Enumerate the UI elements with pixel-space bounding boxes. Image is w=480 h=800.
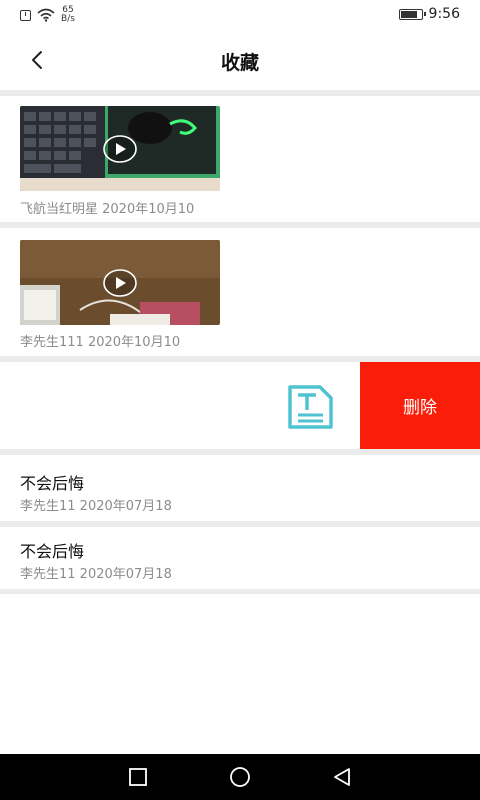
item-meta: 飞航当红明星 2020年10月10 bbox=[20, 202, 195, 217]
status-left: 65 B/s bbox=[20, 6, 75, 24]
status-bar: 65 B/s 9:56 bbox=[0, 0, 480, 30]
divider bbox=[0, 589, 480, 594]
item-title: 不会后悔 bbox=[20, 542, 85, 561]
item-title: 不会后悔 bbox=[20, 474, 85, 493]
play-icon[interactable] bbox=[103, 268, 137, 297]
list-item-text[interactable]: 不会后悔 李先生11 2020年07月18 bbox=[0, 527, 480, 589]
header: 收藏 bbox=[0, 30, 480, 90]
video-thumbnail[interactable] bbox=[20, 240, 220, 325]
play-icon[interactable] bbox=[103, 134, 137, 163]
delete-button[interactable]: 删除 bbox=[360, 362, 480, 449]
page-title: 收藏 bbox=[220, 52, 259, 74]
status-time: 9:56 bbox=[428, 6, 460, 22]
recent-apps-icon[interactable] bbox=[127, 766, 149, 788]
net-speed: 65 B/s bbox=[61, 6, 75, 24]
item-meta: 李先生11 2020年07月18 bbox=[20, 567, 172, 582]
system-nav-bar bbox=[0, 754, 480, 800]
alert-icon bbox=[20, 9, 31, 21]
list-item-swiped[interactable]: 删除 bbox=[0, 362, 480, 449]
battery-icon bbox=[398, 8, 426, 20]
back-triangle-icon[interactable] bbox=[331, 766, 353, 788]
home-icon[interactable] bbox=[229, 766, 251, 788]
list-item-video[interactable]: 飞航当红明星 2020年10月10 bbox=[0, 96, 480, 222]
text-doc-icon bbox=[288, 385, 333, 429]
status-right: 9:56 bbox=[398, 6, 460, 22]
wifi-icon bbox=[37, 8, 55, 22]
item-meta: 李先生111 2020年10月10 bbox=[20, 335, 181, 350]
video-thumbnail[interactable] bbox=[20, 106, 220, 191]
net-speed-unit: B/s bbox=[61, 14, 75, 24]
list-item-text[interactable]: 不会后悔 李先生11 2020年07月18 bbox=[0, 455, 480, 521]
battery-fill bbox=[400, 10, 418, 18]
item-meta: 李先生11 2020年07月18 bbox=[20, 499, 172, 514]
list-item-video[interactable]: 李先生111 2020年10月10 bbox=[0, 228, 480, 356]
